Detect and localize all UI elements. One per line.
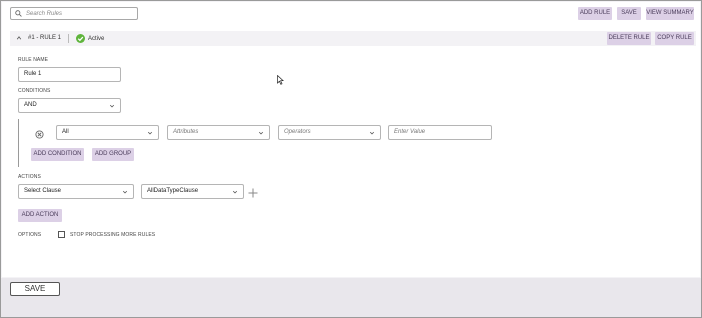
options-label: OPTIONS [18, 232, 42, 238]
conditions-select[interactable]: AND [18, 98, 121, 113]
condition-field-select[interactable]: All [56, 125, 159, 140]
footer-save-button[interactable]: SAVE [10, 282, 60, 296]
clause-type-select[interactable]: AllDataTypeClause [141, 184, 244, 199]
value-input[interactable]: Enter Value [388, 125, 492, 140]
rule-header: #1 - RULE 1 Active DELETE RULE COPY RULE [10, 31, 696, 46]
attributes-select[interactable]: Attributes [167, 125, 270, 140]
rule-name-label: RULE NAME [18, 57, 49, 63]
actions-label: ACTIONS [18, 174, 41, 180]
chevron-down-icon [258, 131, 264, 135]
add-rule-button[interactable]: ADD RULE [578, 7, 612, 20]
chevron-down-icon [232, 190, 238, 194]
rule-title[interactable]: #1 - RULE 1 [28, 35, 61, 41]
chevron-down-icon [147, 131, 153, 135]
footer-bar [1, 278, 701, 317]
operators-placeholder: Operators [284, 129, 311, 135]
stop-processing-label: STOP PROCESSING MORE RULES [70, 232, 156, 238]
app-frame: Search Rules ADD RULE SAVE VIEW SUMMARY … [0, 0, 702, 318]
chevron-down-icon [369, 131, 375, 135]
value-placeholder: Enter Value [394, 129, 426, 135]
search-icon [15, 10, 22, 17]
rule-name-input[interactable]: Rule 1 [18, 67, 121, 82]
rules-editor: Search Rules ADD RULE SAVE VIEW SUMMARY … [2, 2, 700, 277]
chevron-up-icon[interactable] [16, 35, 22, 41]
add-condition-button[interactable]: ADD CONDITION [31, 148, 84, 161]
operators-select[interactable]: Operators [278, 125, 381, 140]
search-placeholder: Search Rules [26, 10, 63, 17]
add-action-button[interactable]: ADD ACTION [18, 209, 62, 222]
chevron-down-icon [109, 104, 115, 108]
status-label: Active [88, 36, 105, 42]
save-button[interactable]: SAVE [617, 7, 641, 20]
plus-icon[interactable] [248, 188, 258, 198]
view-summary-button[interactable]: VIEW SUMMARY [646, 7, 694, 20]
clause-select[interactable]: Select Clause [18, 184, 134, 199]
clause-value: Select Clause [24, 188, 62, 194]
chevron-down-icon [122, 190, 128, 194]
remove-condition-icon[interactable] [35, 130, 44, 139]
copy-rule-button[interactable]: COPY RULE [655, 32, 694, 45]
attributes-placeholder: Attributes [173, 129, 199, 135]
cursor-icon [277, 75, 284, 85]
conditions-value: AND [24, 102, 37, 108]
condition-field-value: All [62, 129, 69, 135]
top-toolbar: Search Rules ADD RULE SAVE VIEW SUMMARY [2, 2, 700, 26]
add-group-button[interactable]: ADD GROUP [92, 148, 134, 161]
stop-processing-checkbox[interactable] [58, 231, 65, 238]
search-input[interactable]: Search Rules [10, 7, 138, 20]
clause-type-value: AllDataTypeClause [147, 188, 199, 194]
check-icon [76, 34, 85, 43]
delete-rule-button[interactable]: DELETE RULE [607, 32, 651, 45]
conditions-label: CONDITIONS [18, 88, 51, 94]
header-divider [68, 34, 69, 43]
